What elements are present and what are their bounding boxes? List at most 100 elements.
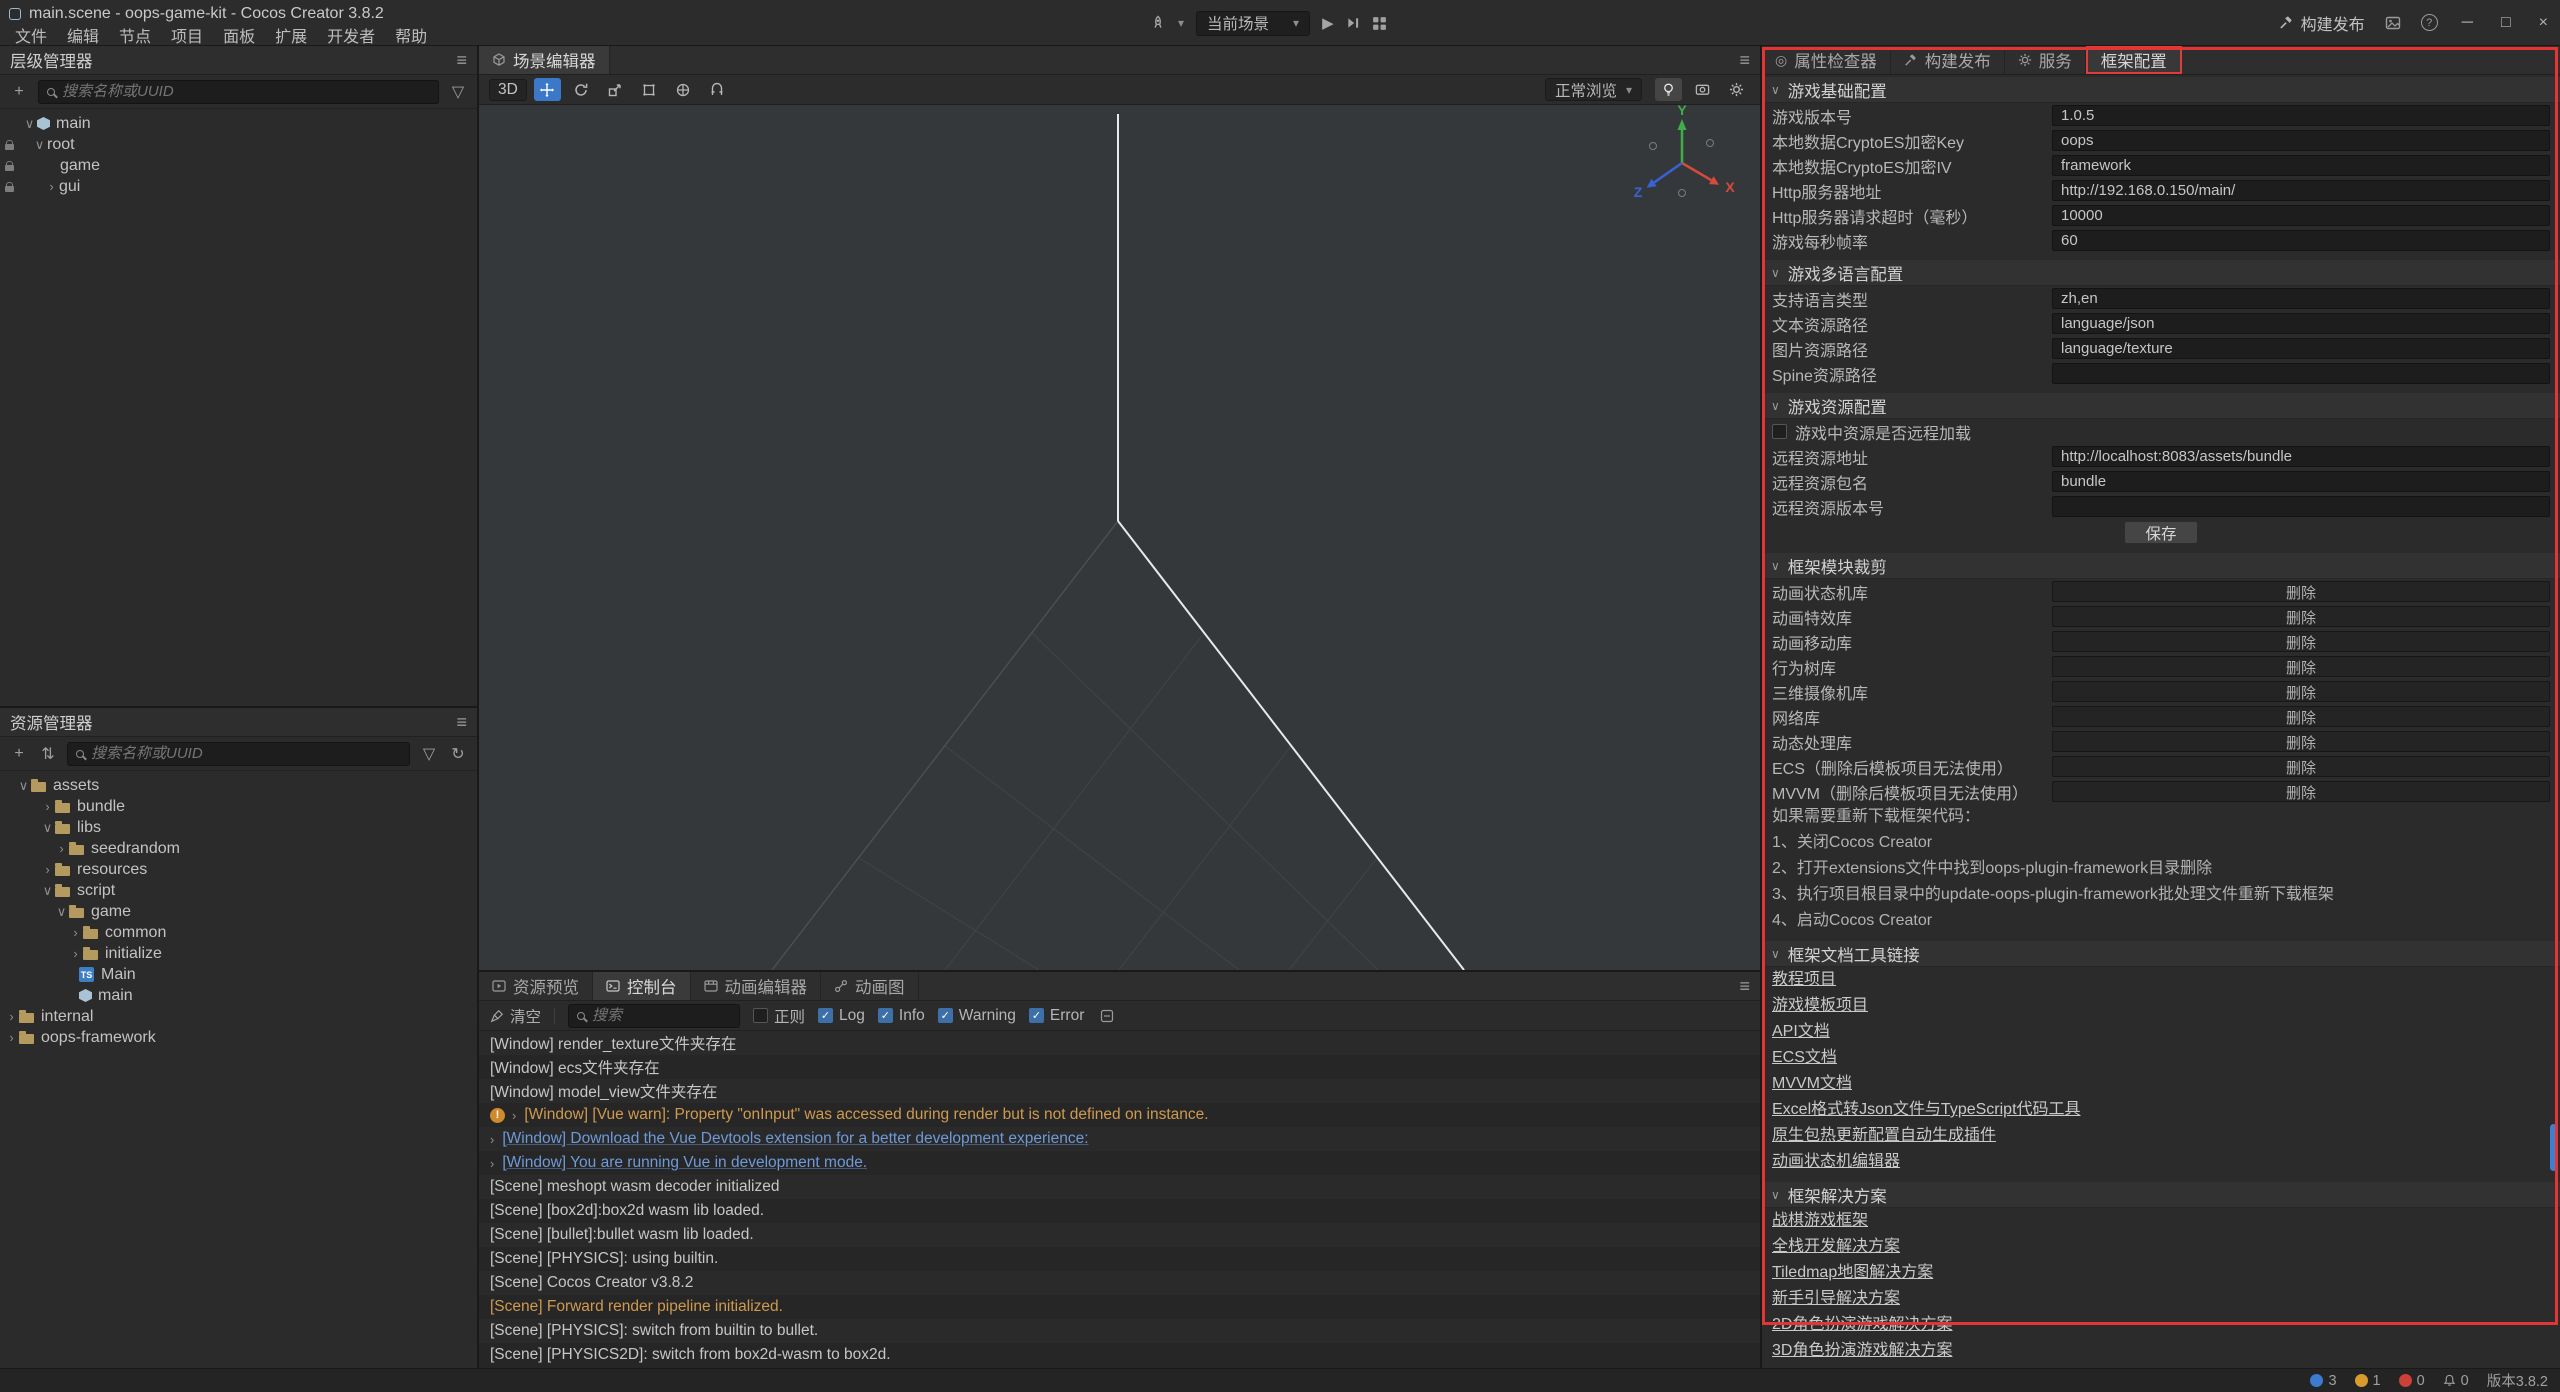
asset-node[interactable]: › internal xyxy=(0,1006,477,1027)
console-log-list[interactable]: [Window] render_texture文件夹存在 [Window] ec… xyxy=(479,1031,1760,1368)
solution-link[interactable]: Tiledmap地图解决方案 xyxy=(1762,1260,2560,1286)
close-button[interactable]: × xyxy=(2539,14,2548,32)
scene-camera-button[interactable] xyxy=(1689,78,1716,101)
preview-device-icon[interactable] xyxy=(1150,15,1166,31)
error-counter[interactable]: 0 xyxy=(2399,1373,2425,1389)
delete-module-button[interactable]: 删除 xyxy=(2052,606,2550,627)
log-row[interactable]: › [Window] You are running Vue in develo… xyxy=(479,1151,1760,1175)
regex-checkbox[interactable]: 正则 xyxy=(753,1005,805,1027)
expand-arrow-icon[interactable]: › xyxy=(40,862,55,877)
lock-icon[interactable] xyxy=(5,186,14,192)
clear-console-button[interactable]: 清空 xyxy=(490,1005,541,1027)
inspector-scrollbar[interactable] xyxy=(2550,75,2558,1368)
property-input[interactable] xyxy=(2052,446,2550,467)
tab-console[interactable]: 控制台 xyxy=(593,972,691,1000)
delete-module-button[interactable]: 删除 xyxy=(2052,756,2550,777)
section-header-language[interactable]: ∨ 游戏多语言配置 xyxy=(1762,260,2560,286)
hierarchy-node[interactable]: game xyxy=(0,155,477,176)
asset-node[interactable]: › common xyxy=(0,922,477,943)
filter-icon[interactable]: ▽ xyxy=(448,82,468,102)
sort-icon[interactable]: ⇅ xyxy=(38,744,58,764)
expand-arrow-icon[interactable]: › xyxy=(4,1009,19,1024)
collapse-logs-icon[interactable] xyxy=(1097,1009,1117,1023)
expand-arrow-icon[interactable]: ∨ xyxy=(54,904,69,920)
info-counter[interactable]: 3 xyxy=(2310,1373,2336,1389)
menu-item[interactable]: 节点 xyxy=(109,23,161,47)
delete-module-button[interactable]: 删除 xyxy=(2052,581,2550,602)
asset-node[interactable]: › resources xyxy=(0,859,477,880)
expand-arrow-icon[interactable]: › xyxy=(54,841,69,856)
property-input[interactable] xyxy=(2052,155,2550,176)
log-row[interactable]: [Scene] [PHYSICS2D]: switch from box2d-w… xyxy=(479,1343,1760,1367)
scene-settings-button[interactable] xyxy=(1723,78,1750,101)
menu-item[interactable]: 扩展 xyxy=(265,23,317,47)
rotate-tool-button[interactable] xyxy=(568,78,595,101)
asset-node[interactable]: ∨ game xyxy=(0,901,477,922)
panel-menu-icon[interactable]: ≡ xyxy=(456,712,467,733)
console-search[interactable] xyxy=(568,1004,740,1028)
hierarchy-search-input[interactable] xyxy=(62,83,430,100)
expand-arrow-icon[interactable]: › xyxy=(490,1132,494,1147)
filter-icon[interactable]: ▽ xyxy=(419,744,439,764)
menu-item[interactable]: 帮助 xyxy=(385,23,437,47)
hierarchy-node[interactable]: › gui xyxy=(0,176,477,197)
asset-node[interactable]: TS Main xyxy=(0,964,477,985)
log-row[interactable]: [Window] render_texture文件夹存在 xyxy=(479,1031,1760,1055)
scene-viewport[interactable]: Y X Z xyxy=(479,105,1760,970)
log-filter-checkbox[interactable]: Error xyxy=(1029,1007,1084,1025)
panel-menu-icon[interactable]: ≡ xyxy=(1739,50,1760,71)
solution-link[interactable]: 全栈开发解决方案 xyxy=(1762,1234,2560,1260)
menu-item[interactable]: 文件 xyxy=(5,23,57,47)
solution-link[interactable]: 战棋游戏框架 xyxy=(1762,1208,2560,1234)
refresh-icon[interactable]: ↻ xyxy=(448,744,468,764)
tab-scene-editor[interactable]: 场景编辑器 xyxy=(479,46,610,74)
section-header-modules[interactable]: ∨ 框架模块裁剪 xyxy=(1762,553,2560,579)
log-row[interactable]: [Scene] meshopt wasm decoder initialized xyxy=(479,1175,1760,1199)
world-space-toggle[interactable] xyxy=(670,78,697,101)
doc-link[interactable]: 原生包热更新配置自动生成插件 xyxy=(1762,1123,2560,1149)
doc-link[interactable]: 动画状态机编辑器 xyxy=(1762,1149,2560,1175)
hierarchy-node[interactable]: ∨ main xyxy=(0,113,477,134)
mode-3d-button[interactable]: 3D xyxy=(489,79,527,101)
help-icon[interactable]: ? xyxy=(2421,14,2438,31)
doc-link[interactable]: 教程项目 xyxy=(1762,967,2560,993)
tab-framework-config[interactable]: 框架配置 xyxy=(2086,46,2182,74)
log-row[interactable]: [Window] ecs文件夹存在 xyxy=(479,1055,1760,1079)
menu-item[interactable]: 编辑 xyxy=(57,23,109,47)
warning-counter[interactable]: 1 xyxy=(2355,1373,2381,1389)
delete-module-button[interactable]: 删除 xyxy=(2052,631,2550,652)
solution-link[interactable]: 3D角色扮演游戏解决方案 xyxy=(1762,1338,2560,1364)
property-input[interactable] xyxy=(2052,313,2550,334)
expand-arrow-icon[interactable]: › xyxy=(4,1030,19,1045)
expand-arrow-icon[interactable]: › xyxy=(512,1108,516,1123)
property-input[interactable] xyxy=(2052,496,2550,517)
tab-animation-editor[interactable]: 动画编辑器 xyxy=(691,972,822,1000)
scrollbar-thumb[interactable] xyxy=(2550,1124,2557,1171)
expand-arrow-icon[interactable]: ∨ xyxy=(40,883,55,899)
view-mode-select[interactable]: 正常浏览 ▾ xyxy=(1545,78,1642,101)
property-input[interactable] xyxy=(2052,471,2550,492)
build-publish-button[interactable]: 构建发布 xyxy=(2279,11,2365,35)
asset-node[interactable]: main xyxy=(0,985,477,1006)
property-input[interactable] xyxy=(2052,338,2550,359)
notification-counter[interactable]: 0 xyxy=(2443,1373,2469,1389)
log-filter-checkbox[interactable]: Info xyxy=(878,1007,925,1025)
expand-arrow-icon[interactable]: › xyxy=(490,1156,494,1171)
console-search-input[interactable] xyxy=(592,1007,731,1024)
log-row[interactable]: [Scene] Forward render pipeline initiali… xyxy=(479,1295,1760,1319)
preview-grid-icon[interactable] xyxy=(1372,16,1387,31)
log-row[interactable]: [Scene] [PHYSICS]: using builtin. xyxy=(479,1247,1760,1271)
delete-module-button[interactable]: 删除 xyxy=(2052,731,2550,752)
delete-module-button[interactable]: 删除 xyxy=(2052,656,2550,677)
solution-link[interactable]: 2D角色扮演游戏解决方案 xyxy=(1762,1312,2560,1338)
delete-module-button[interactable]: 删除 xyxy=(2052,781,2550,802)
log-row[interactable]: [Scene] [bullet]:bullet wasm lib loaded. xyxy=(479,1223,1760,1247)
scale-tool-button[interactable] xyxy=(602,78,629,101)
expand-arrow-icon[interactable]: › xyxy=(68,946,83,961)
delete-module-button[interactable]: 删除 xyxy=(2052,681,2550,702)
expand-arrow-icon[interactable]: › xyxy=(40,799,55,814)
doc-link[interactable]: MVVM文档 xyxy=(1762,1071,2560,1097)
expand-arrow-icon[interactable]: ∨ xyxy=(40,820,55,836)
section-header-docs[interactable]: ∨ 框架文档工具链接 xyxy=(1762,941,2560,967)
lock-icon[interactable] xyxy=(5,165,14,171)
